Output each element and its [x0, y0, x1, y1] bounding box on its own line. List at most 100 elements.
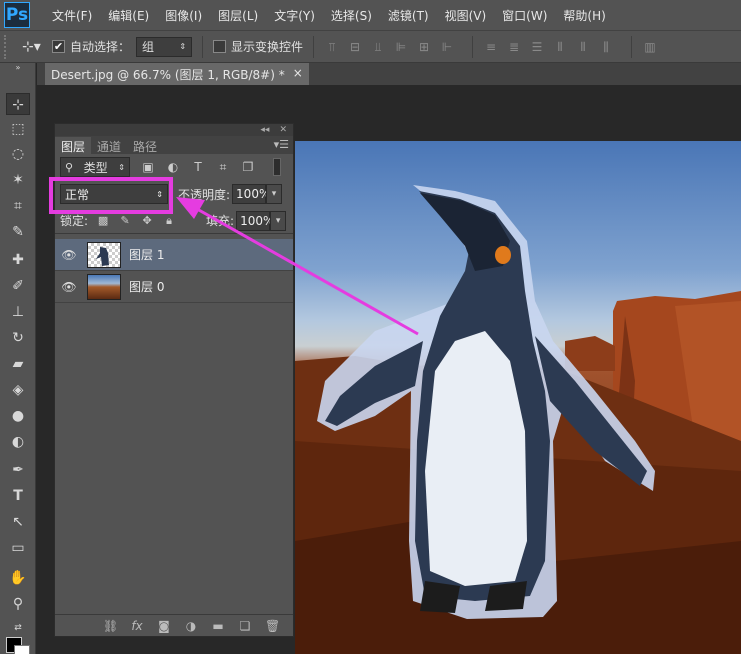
fill-slider-toggle-icon[interactable]: ▾: [270, 210, 287, 231]
document-tab[interactable]: Desert.jpg @ 66.7% (图层 1, RGB/8#) * ×: [45, 63, 309, 85]
layer-name[interactable]: 图层 1: [129, 246, 164, 263]
layer-thumbnail: [87, 273, 121, 300]
distribute-left-icon[interactable]: ⫴: [552, 39, 568, 55]
panel-tabs: 图层 通道 路径 ▾☰: [55, 136, 293, 154]
close-tab-icon[interactable]: ×: [293, 66, 303, 82]
move-tool-preset-icon[interactable]: ⊹▾: [22, 39, 52, 55]
eraser-tool-icon[interactable]: ▰: [6, 353, 30, 375]
menu-view[interactable]: 视图(V): [437, 7, 495, 24]
align-vcenter-icon[interactable]: ⊟: [347, 39, 363, 55]
pen-tool-icon[interactable]: ✒: [6, 459, 30, 481]
align-right-icon[interactable]: ⊩: [439, 39, 455, 55]
auto-select-target-dropdown[interactable]: 组 ⇕: [136, 36, 193, 57]
visibility-eye-icon[interactable]: 👁︎: [55, 248, 83, 262]
menu-edit[interactable]: 编辑(E): [100, 7, 157, 24]
history-brush-tool-icon[interactable]: ↻: [6, 327, 30, 349]
document-tab-title: Desert.jpg @ 66.7% (图层 1, RGB/8#) *: [51, 68, 285, 82]
menu-file[interactable]: 文件(F): [44, 7, 100, 24]
align-left-icon[interactable]: ⊫: [393, 39, 409, 55]
close-panel-icon[interactable]: ✕: [279, 125, 287, 135]
background-color-swatch[interactable]: [14, 645, 30, 654]
collapse-panel-icon[interactable]: ◂◂: [260, 125, 269, 135]
new-group-icon[interactable]: ▬: [211, 619, 225, 633]
filter-kind-dropdown[interactable]: ⚲ 类型 ⇕: [60, 157, 130, 177]
zoom-tool-icon[interactable]: ⚲: [6, 593, 30, 615]
healing-brush-tool-icon[interactable]: ✚: [6, 249, 30, 271]
menu-items: 文件(F) 编辑(E) 图像(I) 图层(L) 文字(Y) 选择(S) 滤镜(T…: [44, 7, 614, 24]
type-tool-icon[interactable]: T: [6, 485, 30, 507]
tab-paths[interactable]: 路径: [127, 137, 163, 154]
tools-panel: » ⊹ ⬚ ◌ ✶ ⌗ ✎ ✚ ✐ ⊥ ↻ ▰ ◈ ● ◐ ✒ T ↖ ▭ ✋ …: [0, 63, 36, 654]
tools-collapse-icon[interactable]: »: [6, 63, 30, 73]
opacity-input[interactable]: 100%: [232, 184, 270, 204]
tab-layers[interactable]: 图层: [55, 137, 92, 154]
document-canvas-image[interactable]: [295, 141, 741, 654]
lock-all-icon[interactable]: 🔒︎: [162, 214, 176, 228]
menu-image[interactable]: 图像(I): [157, 7, 210, 24]
show-transform-checkbox[interactable]: [213, 40, 227, 53]
fill-label: 填充:: [206, 214, 235, 228]
options-bar-grip[interactable]: [4, 34, 10, 59]
layer-row[interactable]: 👁︎ 图层 0: [55, 271, 293, 303]
lasso-tool-icon[interactable]: ◌: [6, 143, 30, 165]
distribute-hcenter-icon[interactable]: ⦀: [575, 39, 591, 55]
align-bottom-icon[interactable]: ⫫: [370, 39, 386, 55]
opacity-slider-toggle-icon[interactable]: ▾: [266, 184, 283, 204]
menu-help[interactable]: 帮助(H): [555, 7, 613, 24]
menu-window[interactable]: 窗口(W): [494, 7, 555, 24]
auto-align-layers-icon[interactable]: ▥: [642, 39, 658, 55]
fill-input[interactable]: 100%: [236, 210, 274, 231]
magic-wand-tool-icon[interactable]: ✶: [6, 169, 30, 191]
clone-stamp-tool-icon[interactable]: ⊥: [6, 301, 30, 323]
blur-tool-icon[interactable]: ●: [6, 405, 30, 427]
distribute-bottom-icon[interactable]: ☰: [529, 39, 545, 55]
distribute-top-icon[interactable]: ≡: [483, 39, 499, 55]
layers-list: 👁︎ 图层 1 👁︎ 图层 0: [55, 239, 293, 599]
filter-smart-objects-icon[interactable]: ❐: [241, 160, 255, 174]
marquee-tool-icon[interactable]: ⬚: [6, 118, 30, 140]
tab-channels[interactable]: 通道: [91, 137, 127, 154]
panel-menu-icon[interactable]: ▾☰: [274, 138, 289, 151]
path-selection-tool-icon[interactable]: ↖: [6, 511, 30, 533]
filter-toggle-switch[interactable]: [273, 158, 281, 176]
dodge-tool-icon[interactable]: ◐: [6, 431, 30, 453]
align-top-icon[interactable]: ⫪: [324, 39, 340, 55]
auto-select-checkbox[interactable]: ✔: [52, 40, 65, 53]
brush-tool-icon[interactable]: ✐: [6, 275, 30, 297]
move-tool-icon[interactable]: ⊹: [6, 93, 30, 115]
layer-name[interactable]: 图层 0: [129, 278, 164, 295]
new-layer-icon[interactable]: ❏: [238, 619, 252, 633]
filter-pixel-layers-icon[interactable]: ▣: [141, 160, 155, 174]
link-layers-icon[interactable]: ⛓: [103, 619, 118, 633]
lock-position-icon[interactable]: ✥: [140, 214, 154, 227]
menu-layer[interactable]: 图层(L): [210, 7, 266, 24]
crop-tool-icon[interactable]: ⌗: [6, 195, 30, 217]
menu-filter[interactable]: 滤镜(T): [380, 7, 437, 24]
paint-bucket-tool-icon[interactable]: ◈: [6, 379, 30, 401]
hand-tool-icon[interactable]: ✋: [6, 567, 30, 589]
filter-shape-layers-icon[interactable]: ⌗: [216, 160, 230, 175]
distribute-right-icon[interactable]: ⫼: [598, 39, 614, 55]
visibility-eye-icon[interactable]: 👁︎: [55, 280, 83, 294]
delete-layer-icon[interactable]: 🗑︎: [265, 619, 280, 633]
align-hcenter-icon[interactable]: ⊞: [416, 39, 432, 55]
lock-transparent-pixels-icon[interactable]: ▩: [96, 214, 110, 227]
lock-image-pixels-icon[interactable]: ✎: [118, 214, 132, 227]
filter-adjustment-layers-icon[interactable]: ◐: [166, 160, 180, 174]
opacity-label: 不透明度:: [178, 187, 231, 202]
rectangle-tool-icon[interactable]: ▭: [6, 537, 30, 559]
filter-type-layers-icon[interactable]: T: [191, 160, 205, 174]
layer-style-fx-icon[interactable]: fx: [130, 619, 144, 633]
adjustment-layer-icon[interactable]: ◑: [184, 619, 198, 633]
swap-colors-icon[interactable]: ⇄: [6, 617, 30, 639]
menu-select[interactable]: 选择(S): [323, 7, 380, 24]
distribute-vcenter-icon[interactable]: ≣: [506, 39, 522, 55]
lock-label: 锁定:: [60, 214, 89, 228]
panel-title-bar[interactable]: ◂◂ ✕: [55, 124, 293, 136]
add-mask-icon[interactable]: ◙: [157, 619, 171, 633]
menu-type[interactable]: 文字(Y): [266, 7, 323, 24]
layer-row[interactable]: 👁︎ 图层 1: [55, 239, 293, 271]
filter-kind-value: 类型: [83, 160, 108, 175]
eyedropper-tool-icon[interactable]: ✎: [6, 221, 30, 243]
desert-penguin-artwork: [295, 185, 741, 654]
